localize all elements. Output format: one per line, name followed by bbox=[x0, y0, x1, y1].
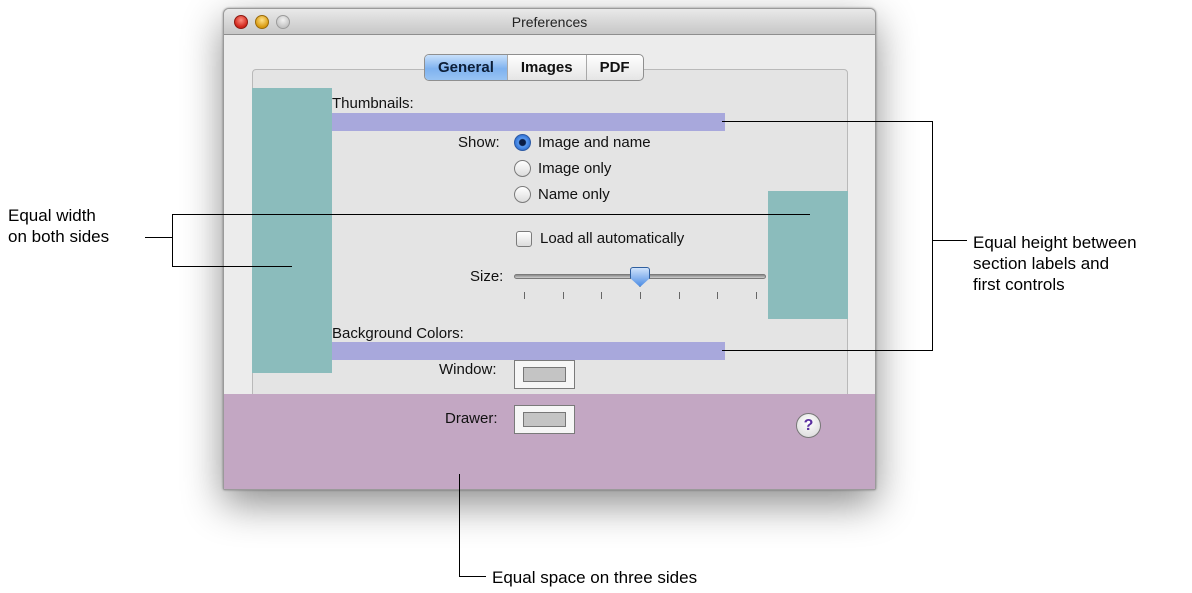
tab-images[interactable]: Images bbox=[506, 55, 586, 80]
size-slider-tick bbox=[562, 292, 564, 299]
callout-equal-height-bracket bbox=[932, 121, 933, 351]
callout-equal-space-vertical bbox=[459, 474, 460, 577]
radio-image-and-name-label[interactable]: Image and name bbox=[538, 134, 651, 151]
callout-equal-width-top bbox=[172, 214, 810, 215]
thumbnails-section-label: Thumbnails: bbox=[332, 95, 414, 112]
window-color-well[interactable] bbox=[514, 360, 575, 389]
callout-equal-height-stub bbox=[932, 240, 967, 241]
radio-image-and-name[interactable] bbox=[514, 134, 531, 151]
drawer-color-swatch bbox=[523, 412, 566, 427]
callout-equal-space: Equal space on three sides bbox=[492, 567, 697, 588]
callout-equal-space-text: Equal space on three sides bbox=[492, 568, 698, 587]
tab-general[interactable]: General bbox=[425, 55, 507, 80]
left-margin-guide bbox=[252, 88, 332, 373]
callout-equal-space-horizontal bbox=[459, 576, 486, 577]
callout-equal-width: Equal width on both sides bbox=[8, 205, 109, 247]
size-slider-tick bbox=[524, 292, 525, 299]
preferences-window: Preferences General Images PDF Thumbnail… bbox=[223, 8, 876, 490]
drawer-color-label: Drawer: bbox=[445, 410, 498, 427]
radio-name-only[interactable] bbox=[514, 186, 531, 203]
callout-equal-width-line1: Equal width bbox=[8, 206, 96, 225]
callout-equal-height-line1: Equal height between bbox=[973, 233, 1137, 252]
size-slider-tick bbox=[717, 292, 719, 299]
callout-equal-height-line3: first controls bbox=[973, 275, 1065, 294]
thumbnails-spacing-guide bbox=[332, 113, 725, 131]
callout-equal-width-line2: on both sides bbox=[8, 227, 110, 246]
drawer-color-well[interactable] bbox=[514, 405, 575, 434]
size-slider-tick bbox=[640, 292, 641, 299]
size-slider-tick bbox=[756, 292, 757, 299]
callout-equal-width-bottom bbox=[172, 266, 292, 267]
background-colors-section-label: Background Colors: bbox=[332, 325, 464, 342]
window-color-swatch bbox=[523, 367, 566, 382]
tab-pdf[interactable]: PDF bbox=[585, 55, 643, 80]
window-color-label: Window: bbox=[439, 361, 497, 378]
size-slider-tick bbox=[601, 292, 603, 299]
callout-equal-height-line2: section labels and bbox=[973, 254, 1110, 273]
size-label: Size: bbox=[470, 268, 504, 285]
background-colors-spacing-guide bbox=[332, 342, 725, 360]
title-bar: Preferences bbox=[224, 9, 875, 35]
right-margin-guide bbox=[768, 191, 848, 319]
tab-bar: General Images PDF bbox=[424, 54, 644, 81]
size-slider-tick bbox=[678, 292, 680, 299]
callout-equal-height-bottom bbox=[722, 350, 933, 351]
callout-equal-height: Equal height between section labels and … bbox=[973, 232, 1137, 295]
radio-image-only[interactable] bbox=[514, 160, 531, 177]
callout-equal-width-bracket bbox=[172, 214, 173, 267]
help-button[interactable]: ? bbox=[796, 413, 821, 438]
callout-equal-height-top bbox=[722, 121, 933, 122]
window-title: Preferences bbox=[511, 14, 588, 30]
callout-equal-width-stub bbox=[145, 237, 173, 238]
show-label: Show: bbox=[458, 134, 500, 151]
radio-name-only-label[interactable]: Name only bbox=[538, 186, 610, 203]
load-all-checkbox[interactable] bbox=[516, 231, 532, 247]
load-all-label[interactable]: Load all automatically bbox=[540, 230, 684, 247]
radio-image-only-label[interactable]: Image only bbox=[538, 160, 611, 177]
